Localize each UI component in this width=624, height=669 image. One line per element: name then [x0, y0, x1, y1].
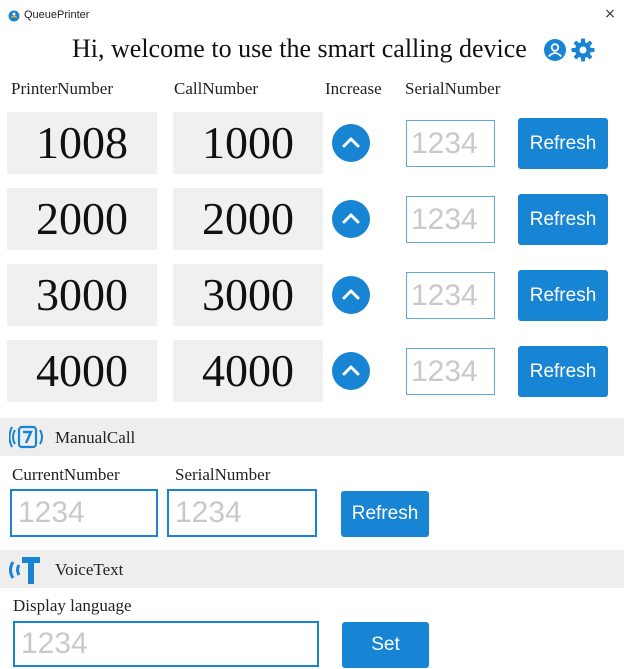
- refresh-button[interactable]: Refresh: [518, 194, 608, 245]
- column-header-increase: Increase: [325, 79, 382, 98]
- manual-refresh-button[interactable]: Refresh: [341, 491, 429, 537]
- serial-number-input[interactable]: [406, 120, 495, 167]
- call-number: 1000: [173, 112, 323, 174]
- chevron-up-icon: [342, 289, 360, 300]
- serial-number-input[interactable]: [406, 196, 495, 243]
- increase-button[interactable]: [332, 352, 370, 390]
- voice-text-label: VoiceText: [55, 560, 124, 579]
- column-header-printer: PrinterNumber: [11, 79, 113, 98]
- user-icon[interactable]: [544, 39, 566, 61]
- chevron-up-icon: [342, 365, 360, 376]
- manual-serial-number-input[interactable]: [167, 489, 317, 537]
- refresh-button[interactable]: Refresh: [518, 346, 608, 397]
- printer-number: 3000: [7, 264, 157, 326]
- printer-number: 1008: [7, 112, 157, 174]
- welcome-heading: Hi, welcome to use the smart calling dev…: [72, 34, 527, 63]
- set-button[interactable]: Set: [342, 622, 429, 668]
- serial-number-input[interactable]: [406, 272, 495, 319]
- display-language-input[interactable]: [13, 621, 319, 667]
- display-language-label: Display language: [13, 596, 132, 615]
- manual-call-label: ManualCall: [55, 428, 136, 447]
- call-number: 4000: [173, 340, 323, 402]
- close-button[interactable]: ×: [602, 6, 618, 22]
- column-header-call: CallNumber: [174, 79, 259, 98]
- current-number-input[interactable]: [10, 489, 158, 537]
- manual-call-section-bar: ManualCall: [0, 418, 624, 456]
- call-number: 3000: [173, 264, 323, 326]
- voice-text-icon: [9, 557, 40, 584]
- queue-row: 2000 2000 Refresh: [0, 188, 624, 252]
- chevron-up-icon: [342, 137, 360, 148]
- increase-button[interactable]: [332, 276, 370, 314]
- queue-row: 4000 4000 Refresh: [0, 340, 624, 404]
- increase-button[interactable]: [332, 200, 370, 238]
- current-number-label: CurrentNumber: [12, 465, 120, 484]
- serial-number-label: SerialNumber: [175, 465, 271, 484]
- phone-keypad-icon: [9, 425, 43, 449]
- queue-row: 3000 3000 Refresh: [0, 264, 624, 328]
- voice-text-section-bar: VoiceText: [0, 550, 624, 588]
- increase-button[interactable]: [332, 124, 370, 162]
- refresh-button[interactable]: Refresh: [518, 270, 608, 321]
- printer-number: 2000: [7, 188, 157, 250]
- column-header-serial: SerialNumber: [405, 79, 501, 98]
- call-number: 2000: [173, 188, 323, 250]
- refresh-button[interactable]: Refresh: [518, 118, 608, 169]
- serial-number-input[interactable]: [406, 348, 495, 395]
- gear-icon[interactable]: [571, 38, 595, 62]
- app-logo-icon: [8, 10, 20, 22]
- title-bar: QueuePrinter ×: [0, 0, 624, 30]
- printer-number: 4000: [7, 340, 157, 402]
- queue-row: 1008 1000 Refresh: [0, 112, 624, 176]
- window-title: QueuePrinter: [24, 9, 90, 21]
- chevron-up-icon: [342, 213, 360, 224]
